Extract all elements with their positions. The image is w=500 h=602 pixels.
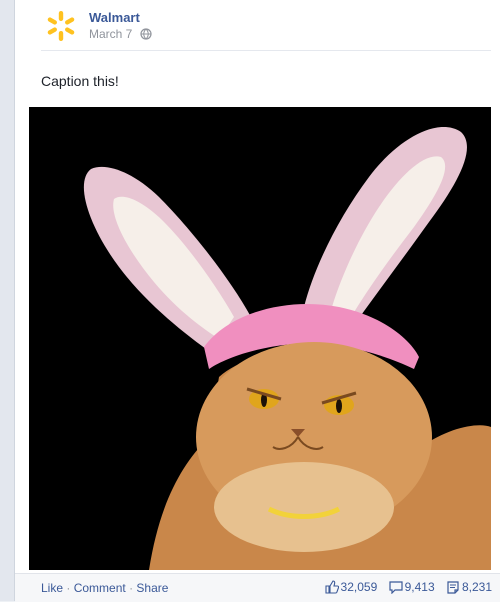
comment-count-stat[interactable]: 9,413 [388,580,435,595]
separator: · [129,581,134,595]
post-card: Walmart March 7 Caption this! Like · Com… [14,0,500,602]
share-count-stat[interactable]: 8,231 [446,580,492,594]
post-actions: Like · Comment · Share [41,581,168,595]
like-count-stat[interactable]: 32,059 [324,580,378,594]
like-link[interactable]: Like [41,581,63,595]
separator: · [66,581,71,595]
comment-link[interactable]: Comment [74,581,126,595]
comment-icon [388,581,403,595]
post-photo[interactable] [29,107,491,570]
header-divider [41,50,491,51]
share-link[interactable]: Share [136,581,168,595]
post-caption: Caption this! [41,73,119,89]
post-footer: Like · Comment · Share 32,059 9,413 8,23… [15,573,500,602]
cat-with-bunny-ears-illustration [29,107,491,570]
like-count: 32,059 [340,580,378,594]
share-count: 8,231 [461,580,492,594]
walmart-spark-logo[interactable] [43,8,79,44]
comment-count: 9,413 [404,580,435,594]
left-edge-strip [0,0,15,601]
thumbs-up-icon [324,580,339,594]
post-stats: 32,059 9,413 8,231 [317,580,492,595]
share-icon [447,581,459,594]
page-name-link[interactable]: Walmart [89,10,140,25]
globe-icon [140,28,152,40]
post-date-link[interactable]: March 7 [89,27,132,41]
post-meta: March 7 [89,27,152,41]
